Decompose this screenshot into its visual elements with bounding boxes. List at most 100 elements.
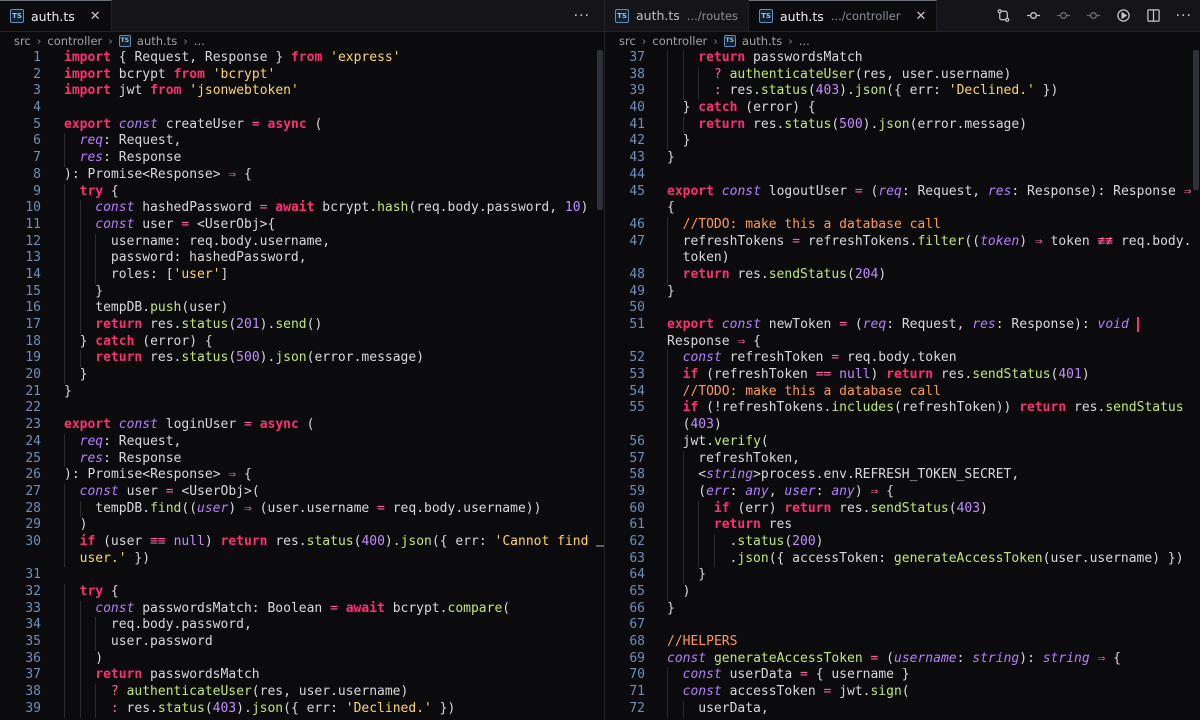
code-line[interactable]: 42} (605, 133, 1200, 151)
code-line[interactable]: 39: res.status(403).json({ err: 'Decline… (0, 700, 604, 718)
split-editor-icon[interactable] (1146, 8, 1162, 24)
code-line[interactable]: 12 username: req.body.username, (0, 233, 604, 251)
breadcrumb-file[interactable]: auth.ts (742, 34, 782, 48)
code-line[interactable]: 60 if (err) return res.sendStatus(403) (605, 500, 1200, 518)
code-line[interactable]: 71 const accessToken = jwt.sign( (605, 684, 1200, 701)
code-line[interactable]: 24 req: Request, (0, 433, 604, 451)
code-line[interactable]: 51 export const newToken = (req: Request,… (605, 317, 1200, 334)
code-line[interactable]: 63 .json({ accessToken: generateAccessTok… (605, 550, 1200, 568)
code-line[interactable]: 38? authenticateUser(res, user.username) (605, 66, 1200, 84)
code-line[interactable]: 28 tempDB.find((user) ⇒ (user.username = … (0, 500, 604, 518)
run-icon[interactable] (1116, 8, 1132, 24)
code-line[interactable]: (403) (605, 417, 1200, 434)
code-line[interactable]: 52 const refreshToken = req.body.token (605, 350, 1200, 368)
code-line[interactable]: 15} (0, 283, 604, 301)
scrollbar-thumb[interactable] (597, 50, 603, 210)
code-line[interactable]: 39: res.status(403).json({ err: 'Decline… (605, 83, 1200, 101)
vertical-scrollbar[interactable] (1192, 50, 1200, 720)
code-line[interactable]: 69 const generateAccessToken = (username:… (605, 651, 1200, 668)
code-line[interactable]: 6 req: Request, (0, 133, 604, 151)
code-line[interactable]: 36) (0, 650, 604, 668)
close-icon[interactable]: ✕ (90, 9, 101, 24)
breadcrumb-symbol[interactable]: ... (799, 34, 810, 48)
code-line[interactable]: 70 const userData = { username } (605, 667, 1200, 685)
code-line[interactable]: 68 //HELPERS (605, 634, 1200, 651)
code-line[interactable]: 61 return res (605, 517, 1200, 534)
code-line[interactable]: 1 import { Request, Response } from 'expr… (0, 50, 604, 67)
code-line[interactable]: 43} (605, 150, 1200, 167)
code-line[interactable]: 4 (0, 100, 604, 117)
code-line[interactable]: 64} (605, 567, 1200, 584)
code-area[interactable]: 37 return passwordsMatch 38? authenticateU… (605, 50, 1200, 718)
code-line[interactable]: 66} (605, 601, 1200, 618)
code-line[interactable]: user.' }) (0, 550, 604, 568)
code-line[interactable]: 53 if (refreshToken == null) return res.s… (605, 367, 1200, 384)
go-forward-icon[interactable] (1056, 8, 1072, 24)
code-line[interactable]: 32 try { (0, 584, 604, 601)
code-line[interactable]: 38? authenticateUser(res, user.username) (0, 684, 604, 701)
code-line[interactable]: 48 return res.sendStatus(204) (605, 266, 1200, 284)
code-line[interactable]: 50 (605, 300, 1200, 317)
code-line[interactable]: 8): Promise<Response> ⇒ { (0, 167, 604, 184)
close-icon[interactable]: ✕ (916, 9, 927, 24)
code-line[interactable]: 23 export const loginUser = async ( (0, 417, 604, 434)
code-line[interactable]: 18} catch (error) { (0, 333, 604, 351)
more-actions-button[interactable]: ··· (574, 8, 590, 24)
go-back-icon[interactable] (1026, 8, 1042, 24)
code-line[interactable]: 55 if (!refreshTokens.includes(refreshTok… (605, 400, 1200, 418)
breadcrumb-controller[interactable]: controller (47, 34, 102, 48)
code-line[interactable]: 14 roles: ['user'] (0, 266, 604, 284)
code-line[interactable]: 67 (605, 617, 1200, 634)
code-line[interactable]: 5 export const createUser = async ( (0, 117, 604, 134)
code-line[interactable]: 22 (0, 400, 604, 417)
code-line[interactable]: 9 try { (0, 183, 604, 201)
code-line[interactable]: 2 import bcrypt from 'bcrypt' (0, 67, 604, 84)
code-line[interactable]: 11 const user = <UserObj>{ (0, 216, 604, 234)
code-line[interactable]: 19 return res.status(500).json(error.mess… (0, 350, 604, 368)
code-line[interactable]: 26): Promise<Response> ⇒ { (0, 467, 604, 484)
code-line[interactable]: 46 //TODO: make this a database call (605, 216, 1200, 234)
code-line[interactable]: 59 (err: any, user: any) ⇒ { (605, 483, 1200, 501)
code-line[interactable]: 20} (0, 367, 604, 384)
scrollbar-thumb[interactable] (1193, 50, 1199, 190)
breadcrumb-file[interactable]: auth.ts (137, 34, 177, 48)
code-line[interactable]: { (605, 200, 1200, 217)
code-line[interactable]: 72 userData, (605, 700, 1200, 718)
breadcrumb-src[interactable]: src (619, 34, 636, 48)
code-line[interactable]: 21} (0, 384, 604, 401)
code-line[interactable]: 27 const user = <UserObj>( (0, 483, 604, 501)
code-line[interactable]: 7 res: Response (0, 150, 604, 167)
code-area[interactable]: 1 import { Request, Response } from 'expr… (0, 50, 604, 718)
breadcrumb-symbol[interactable]: ... (194, 34, 205, 48)
code-line[interactable]: 41 return res.status(500).json(error.mess… (605, 116, 1200, 134)
breadcrumb-src[interactable]: src (14, 34, 31, 48)
code-line[interactable]: 49} (605, 284, 1200, 301)
breadcrumb-controller[interactable]: controller (652, 34, 707, 48)
tab-auth-ts-routes[interactable]: TS auth.ts .../routes (605, 0, 750, 31)
code-line[interactable]: 30 if (user ≡≡ null) return res.status(40… (0, 533, 604, 551)
code-line[interactable]: 58 <string>process.env.REFRESH_TOKEN_SECR… (605, 467, 1200, 484)
code-line[interactable]: 65) (605, 584, 1200, 601)
toggle-icon[interactable] (1086, 8, 1102, 24)
code-line[interactable]: 44 (605, 167, 1200, 184)
code-line[interactable]: 31 (0, 567, 604, 584)
code-line[interactable]: 17 return res.status(201).send() (0, 317, 604, 334)
code-line[interactable]: 3 import jwt from 'jsonwebtoken' (0, 83, 604, 100)
code-line[interactable]: 10 const hashedPassword = await bcrypt.ha… (0, 200, 604, 217)
code-line[interactable]: 16 tempDB.push(user) (0, 300, 604, 317)
code-line[interactable]: 33 const passwordsMatch: Boolean = await … (0, 600, 604, 618)
code-line[interactable]: 62 .status(200) (605, 533, 1200, 551)
tab-auth-ts-controller[interactable]: TS auth.ts .../controller ✕ (749, 0, 938, 31)
code-line[interactable]: 29) (0, 517, 604, 534)
code-line[interactable]: 13 password: hashedPassword, (0, 250, 604, 267)
code-line[interactable]: 37 return passwordsMatch (0, 667, 604, 685)
tab-auth-ts[interactable]: TS auth.ts ✕ (0, 0, 112, 31)
open-changes-icon[interactable] (996, 8, 1012, 24)
code-line[interactable]: 34 req.body.password, (0, 617, 604, 635)
code-line[interactable]: 57 refreshToken, (605, 450, 1200, 468)
code-line[interactable]: 45 export const logoutUser = (req: Reques… (605, 184, 1200, 201)
code-line[interactable]: 25 res: Response (0, 450, 604, 468)
code-line[interactable]: 37 return passwordsMatch (605, 50, 1200, 67)
more-actions-button[interactable]: ··· (1176, 8, 1192, 24)
code-line[interactable]: 47 refreshTokens = refreshTokens.filter((… (605, 233, 1200, 251)
